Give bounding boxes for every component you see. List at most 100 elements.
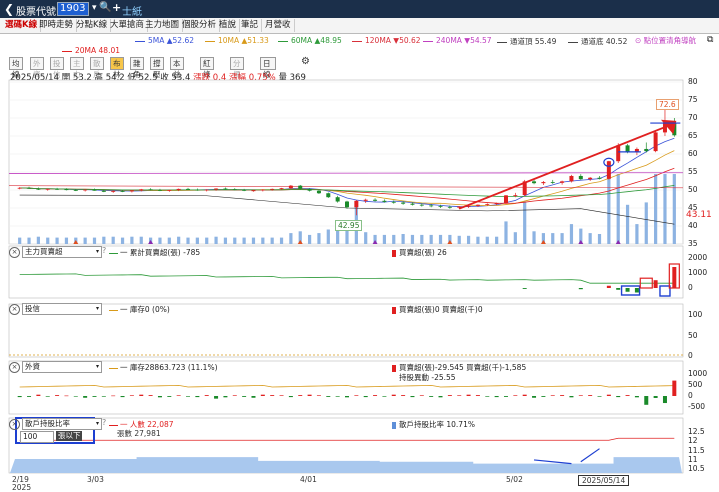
volume-bar (18, 237, 22, 244)
volume-bar (551, 233, 555, 244)
p3-bar (167, 396, 172, 397)
volume-bar (177, 236, 181, 244)
p1-bar (653, 280, 658, 288)
price-axis-tick: 50 (688, 185, 698, 194)
volume-bar (560, 233, 564, 244)
p1-bar (522, 288, 527, 289)
candle-body (36, 188, 41, 190)
candle-body (223, 188, 228, 190)
volume-bar (401, 234, 405, 244)
candle-body (148, 189, 153, 191)
volume-bar (64, 237, 69, 244)
p3-bar (625, 395, 630, 396)
p3-bar (606, 394, 611, 396)
help-icon[interactable]: ? (102, 418, 106, 427)
p3-bar (616, 396, 621, 398)
p3-bar (251, 396, 256, 398)
p3-bar (335, 396, 340, 397)
p3-bar (466, 394, 471, 396)
candle-body (55, 188, 60, 190)
close-icon[interactable]: × (9, 419, 20, 430)
p3-bar (83, 396, 88, 398)
candle-body (288, 185, 293, 189)
panel-3-select[interactable]: 外資 ▾ (22, 361, 102, 373)
candle-body (157, 190, 162, 191)
candle-body (401, 202, 406, 204)
p3-bar (560, 395, 565, 396)
volume-bar (635, 224, 639, 244)
volume-bar (523, 201, 527, 244)
volume-bar (438, 234, 443, 244)
help-icon[interactable]: ? (102, 246, 106, 255)
x-axis-tick: 5/02 (506, 475, 523, 484)
panel-4-sub-select[interactable]: 100 張以下 (20, 431, 82, 443)
panel-3-legend-c: 持股異動 -25.55 (399, 373, 456, 382)
p1-bar (606, 285, 611, 288)
candle-body (532, 181, 537, 184)
volume-bar (420, 234, 424, 244)
panel-1-legend-a: 一 累計買賣超(張) -785 (109, 247, 200, 258)
panel-2-axis-tick: 100 (688, 310, 703, 319)
volume-bar (36, 236, 40, 244)
candle-body (485, 204, 490, 205)
candle-body (27, 187, 32, 189)
candle-body (45, 188, 50, 190)
volume-bar (120, 237, 125, 244)
p3-bar (270, 395, 275, 396)
volume-bar (46, 237, 50, 244)
volume-bar (607, 174, 611, 244)
volume-bar (195, 237, 199, 244)
volume-bar (242, 237, 246, 244)
panel-1-select[interactable]: 主力買賣超 ▾ (22, 246, 102, 258)
volume-bar (261, 237, 265, 244)
close-icon[interactable]: × (9, 362, 20, 373)
p3-bar (242, 396, 247, 397)
panel-2-select[interactable]: 投信 ▾ (22, 303, 102, 315)
holding-size-input[interactable]: 100 (20, 431, 54, 443)
p3-bar (129, 395, 134, 396)
panel-4-axis-tick: 10.5 (688, 464, 705, 474)
last-price-label: 43.11 (686, 210, 712, 221)
x-axis-tick: 3/03 (87, 475, 104, 484)
p3-bar (569, 396, 574, 398)
volume-bar (410, 234, 415, 244)
candle-body (410, 203, 415, 205)
close-icon[interactable]: × (9, 304, 20, 315)
panel-1-axis-tick: 1000 (688, 268, 708, 277)
p3-bar (401, 395, 406, 396)
candle-body (120, 191, 125, 192)
p3-bar (644, 396, 649, 405)
p3-bar (176, 395, 181, 396)
p3-bar (73, 396, 78, 397)
volume-bar (251, 237, 256, 244)
p3-bar (316, 395, 321, 396)
candle-body (111, 191, 116, 192)
candle-body (494, 202, 499, 205)
p3-bar (653, 396, 658, 398)
holding-unit-label: 張以下 (56, 431, 82, 441)
candle-body (92, 189, 97, 191)
p3-bar (662, 396, 667, 404)
p3-bar (148, 395, 153, 396)
p3-bar (494, 396, 499, 398)
volume-bar (644, 202, 648, 244)
p3-bar (55, 395, 60, 396)
panel-4-select[interactable]: 散戶持股比率 ▾ (22, 418, 102, 430)
candle-body (335, 197, 340, 202)
p3-bar (588, 395, 593, 396)
candle-body (569, 175, 574, 182)
p3-bar (475, 395, 480, 396)
candle-body (232, 189, 237, 191)
volume-bar (317, 233, 321, 244)
candle-body (260, 189, 265, 191)
candle-body (363, 199, 368, 201)
volume-bar (102, 236, 106, 244)
panel-1-axis-tick: 2000 (688, 253, 708, 262)
panel-2-axis-tick: 50 (688, 330, 698, 340)
candle-body (606, 161, 611, 179)
p3-bar (634, 396, 639, 398)
panel-1-axis-tick: 0 (688, 283, 693, 292)
candle-body (597, 177, 602, 179)
close-icon[interactable]: × (9, 247, 20, 258)
p1-bar (672, 267, 677, 288)
